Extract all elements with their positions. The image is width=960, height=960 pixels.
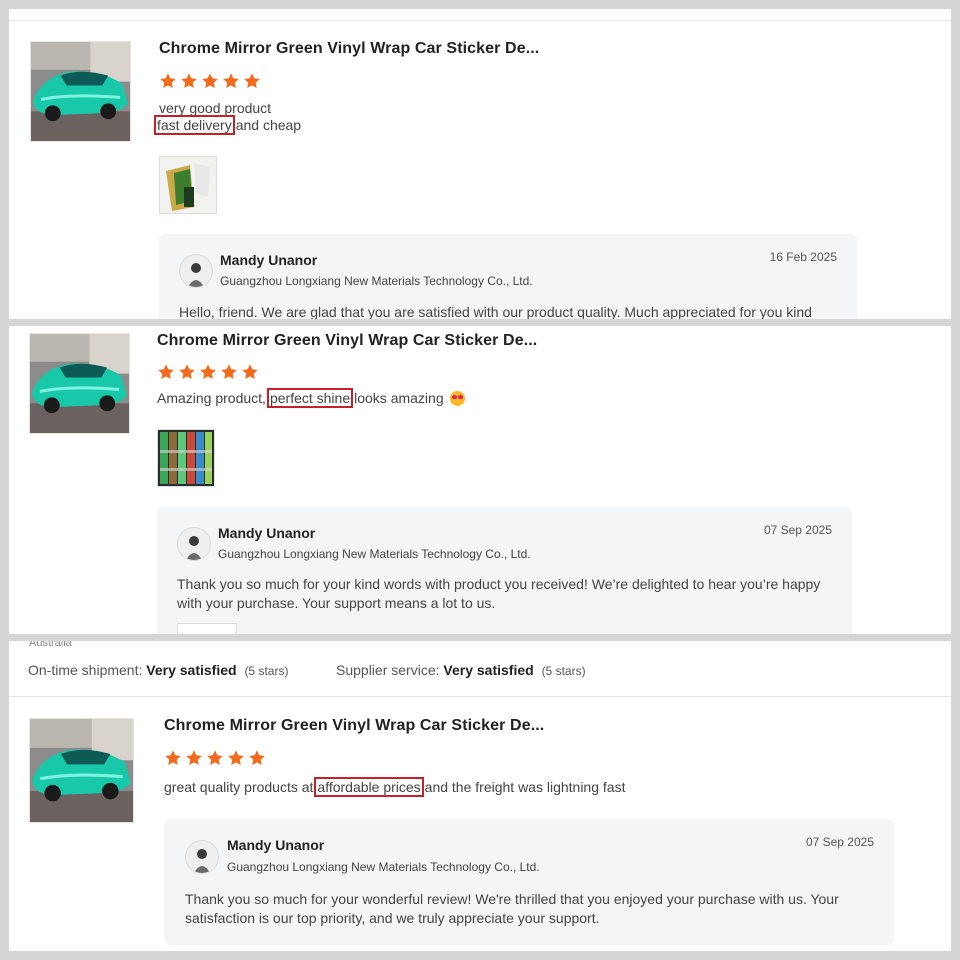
reply-date: 07 Sep 2025 xyxy=(805,835,874,849)
product-title[interactable]: Chrome Mirror Green Vinyl Wrap Car Stick… xyxy=(164,717,544,735)
star-icon xyxy=(199,363,217,381)
car-image-icon xyxy=(30,719,133,822)
review-text-rest: looks amazing xyxy=(354,390,444,406)
review-text: great quality products at affordable pric… xyxy=(164,777,626,797)
star-icon xyxy=(180,72,198,90)
avatar xyxy=(179,254,213,288)
shipment-value: Very satisfied xyxy=(146,662,237,678)
reply-message: Thank you so much for your kind words wi… xyxy=(177,576,821,611)
seller-reply: Mandy Unanor Guangzhou Longxiang New Mat… xyxy=(157,507,852,634)
reply-author-name: Mandy Unanor xyxy=(218,525,316,541)
star-icon xyxy=(243,72,261,90)
highlighted-phrase: fast delivery xyxy=(154,115,235,135)
product-title[interactable]: Chrome Mirror Green Vinyl Wrap Car Stick… xyxy=(159,40,539,58)
review-photo[interactable] xyxy=(157,429,215,487)
shipment-label: On-time shipment: xyxy=(28,662,143,678)
highlighted-phrase: affordable prices xyxy=(314,777,424,797)
seller-reply: Mandy Unanor Guangzhou Longxiang New Mat… xyxy=(159,234,857,319)
star-icon xyxy=(185,749,203,767)
rating-stars xyxy=(159,72,261,90)
avatar-image-icon xyxy=(180,255,212,287)
star-icon xyxy=(227,749,245,767)
review-text-rest: and the freight was lightning fast xyxy=(424,779,626,795)
reply-company: Guangzhou Longxiang New Materials Techno… xyxy=(220,274,533,288)
reply-author-name: Mandy Unanor xyxy=(227,837,325,853)
star-icon xyxy=(206,749,224,767)
star-icon xyxy=(159,72,177,90)
product-thumbnail[interactable] xyxy=(29,333,130,434)
star-icon xyxy=(164,749,182,767)
rating-stars xyxy=(164,749,266,767)
star-icon xyxy=(220,363,238,381)
service-stars: (5 stars) xyxy=(541,664,586,678)
review-text-start: great quality products at xyxy=(164,779,314,795)
avatar-image-icon xyxy=(178,528,210,560)
product-thumbnail[interactable] xyxy=(29,718,134,823)
star-icon xyxy=(241,363,259,381)
review-text: Amazing product, perfect shine looks amazi… xyxy=(157,388,465,408)
star-icon xyxy=(222,72,240,90)
reply-message: Hello, friend. We are glad that you are … xyxy=(179,304,812,319)
star-icon xyxy=(157,363,175,381)
divider xyxy=(9,696,951,697)
reply-author-name: Mandy Unanor xyxy=(220,252,318,268)
shipment-rating: On-time shipment: Very satisfied (5 star… xyxy=(28,662,288,678)
service-value: Very satisfied xyxy=(443,662,534,678)
avatar xyxy=(185,840,219,874)
rating-stars xyxy=(157,363,259,381)
photo-image-icon xyxy=(158,430,214,486)
service-label: Supplier service: xyxy=(336,662,440,678)
review-photo[interactable] xyxy=(159,156,217,214)
service-rating: Supplier service: Very satisfied (5 star… xyxy=(336,662,586,678)
divider xyxy=(9,20,951,21)
buyer-location: Australia xyxy=(29,641,72,649)
seller-reply: Mandy Unanor Guangzhou Longxiang New Mat… xyxy=(164,819,894,945)
photo-image-icon xyxy=(160,157,216,213)
reply-message: Thank you so much for your wonderful rev… xyxy=(185,891,839,926)
review-panel-3: Australia On-time shipment: Very satisfi… xyxy=(9,641,951,951)
reply-company: Guangzhou Longxiang New Materials Techno… xyxy=(227,860,540,874)
avatar-image-icon xyxy=(186,841,218,873)
product-thumbnail[interactable] xyxy=(30,41,131,142)
car-image-icon xyxy=(31,42,130,141)
product-title[interactable]: Chrome Mirror Green Vinyl Wrap Car Stick… xyxy=(157,332,537,350)
star-icon xyxy=(178,363,196,381)
reply-company: Guangzhou Longxiang New Materials Techno… xyxy=(218,547,531,561)
review-text-line2: fast delivery and cheap xyxy=(153,115,302,135)
reply-photo[interactable] xyxy=(177,623,237,634)
shipment-stars: (5 stars) xyxy=(244,664,289,678)
review-panel-1: Chrome Mirror Green Vinyl Wrap Car Stick… xyxy=(9,9,951,319)
review-text-rest: and cheap xyxy=(235,117,302,133)
reply-date: 16 Feb 2025 xyxy=(769,250,837,264)
star-icon xyxy=(201,72,219,90)
heart-eyes-emoji-icon xyxy=(449,391,465,406)
review-text-start: Amazing product, xyxy=(157,390,266,406)
review-panel-2: Chrome Mirror Green Vinyl Wrap Car Stick… xyxy=(9,326,951,634)
reply-date: 07 Sep 2025 xyxy=(763,523,832,537)
highlighted-phrase: perfect shine xyxy=(266,388,354,408)
car-image-icon xyxy=(30,334,129,433)
star-icon xyxy=(248,749,266,767)
avatar xyxy=(177,527,211,561)
